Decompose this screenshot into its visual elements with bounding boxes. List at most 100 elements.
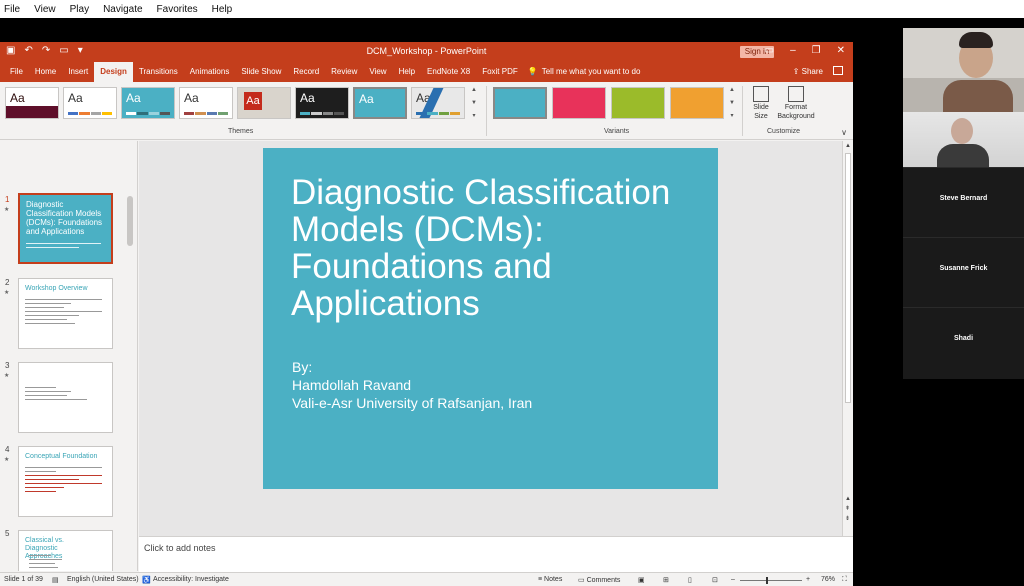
comments-toggle[interactable]: ▭ Comments bbox=[578, 576, 620, 584]
theme-gallery-scroll[interactable]: ▲ ▼ ▾ bbox=[470, 87, 478, 119]
slide-thumbnail[interactable]: Classical vs. Diagnostic Approaches bbox=[18, 530, 113, 571]
design-ribbon: Aa Aa Aa Aa Aa Aa Aa Aa ▲ ▼ ▾ Themes ▲ ▼… bbox=[0, 82, 853, 140]
comments-icon[interactable] bbox=[833, 66, 843, 75]
theme-thumbnail[interactable]: Aa bbox=[237, 87, 291, 119]
variant-orange[interactable] bbox=[670, 87, 724, 119]
theme-thumbnail[interactable]: Aa bbox=[63, 87, 117, 119]
slide-affiliation: Vali-e-Asr University of Rafsanjan, Iran bbox=[292, 395, 533, 411]
tab-endnote[interactable]: EndNote X8 bbox=[421, 62, 476, 82]
participant-body bbox=[943, 80, 1013, 112]
theme-label: Aa bbox=[68, 91, 83, 105]
menu-view[interactable]: View bbox=[34, 4, 56, 15]
slide-thumbnail[interactable]: Workshop Overview bbox=[18, 278, 113, 349]
slide-thumbnail[interactable]: Conceptual Foundation bbox=[18, 446, 113, 517]
notes-toggle[interactable]: ≡ Notes bbox=[538, 576, 562, 583]
share-button[interactable]: ⇪ Share bbox=[793, 67, 823, 76]
scroll-up-icon[interactable]: ▲ bbox=[729, 87, 735, 93]
scroll-up-icon[interactable]: ▲ bbox=[471, 87, 477, 93]
tab-design[interactable]: Design bbox=[94, 62, 133, 82]
zoom-slider[interactable] bbox=[740, 580, 802, 581]
tab-animations[interactable]: Animations bbox=[184, 62, 236, 82]
zoom-in-icon[interactable]: + bbox=[806, 576, 810, 583]
more-icon[interactable]: ▾ bbox=[730, 112, 733, 119]
zoom-slider-knob[interactable] bbox=[766, 577, 768, 584]
outer-menu-bar: File View Play Navigate Favorites Help bbox=[0, 0, 1024, 18]
tab-foxit-pdf[interactable]: Foxit PDF bbox=[476, 62, 524, 82]
reading-view-icon[interactable]: ▯ bbox=[688, 576, 692, 584]
scroll-up-icon[interactable]: ▲ bbox=[845, 143, 851, 149]
variant-green[interactable] bbox=[611, 87, 665, 119]
ribbon-display-icon[interactable]: ▭ bbox=[765, 45, 774, 56]
previous-slide-icon[interactable]: ⇞ bbox=[845, 505, 850, 512]
minimize-icon[interactable]: – bbox=[790, 45, 796, 56]
zoom-level[interactable]: 76% bbox=[821, 576, 835, 583]
menu-play[interactable]: Play bbox=[70, 4, 89, 15]
variants-group-label: Variants bbox=[604, 128, 630, 135]
slide-show-icon[interactable]: ⊡ bbox=[712, 576, 718, 584]
collapse-ribbon-icon[interactable]: ∨ bbox=[841, 128, 847, 137]
participant-hair bbox=[959, 32, 993, 48]
variant-teal[interactable] bbox=[493, 87, 547, 119]
format-background-label: Format Background bbox=[777, 104, 815, 120]
slide-title[interactable]: Diagnostic Classification Models (DCMs):… bbox=[291, 174, 711, 322]
theme-label: Aa bbox=[184, 91, 199, 105]
slide-subtitle[interactable]: By: Hamdollah Ravand Vali-e-Asr Universi… bbox=[292, 358, 532, 412]
fit-slide-icon[interactable]: ⛶ bbox=[842, 576, 847, 584]
slide-by: By: bbox=[292, 359, 313, 375]
thumbnail-scrollbar[interactable] bbox=[127, 196, 133, 246]
variant-gallery-scroll[interactable]: ▲ ▼ ▾ bbox=[728, 87, 736, 119]
slide-size-label: Slide Size bbox=[753, 104, 769, 120]
notes-pane[interactable]: Click to add notes bbox=[139, 536, 853, 572]
scroll-down-icon[interactable]: ▼ bbox=[471, 100, 477, 106]
theme-thumbnail-selected[interactable]: Aa bbox=[353, 87, 407, 119]
tab-home[interactable]: Home bbox=[29, 62, 62, 82]
tell-me-search[interactable]: Tell me what you want to do bbox=[542, 62, 641, 82]
slide-thumbnail[interactable]: Diagnostic Classification Models (DCMs):… bbox=[17, 192, 114, 265]
current-slide[interactable]: Diagnostic Classification Models (DCMs):… bbox=[263, 148, 718, 489]
variant-pink[interactable] bbox=[552, 87, 606, 119]
participant-tile[interactable]: Steve Bernard bbox=[903, 167, 1024, 235]
scroll-up-icon[interactable]: ▲ bbox=[845, 496, 851, 502]
tab-slide-show[interactable]: Slide Show bbox=[235, 62, 287, 82]
menu-help[interactable]: Help bbox=[212, 4, 233, 15]
menu-navigate[interactable]: Navigate bbox=[103, 4, 142, 15]
participant-name: Shadi bbox=[953, 335, 974, 342]
tab-review[interactable]: Review bbox=[325, 62, 363, 82]
participant-tile[interactable]: Susanne Frick bbox=[903, 237, 1024, 305]
menu-file[interactable]: File bbox=[4, 4, 20, 15]
normal-view-icon[interactable]: ▣ bbox=[638, 576, 645, 584]
tab-view[interactable]: View bbox=[363, 62, 392, 82]
scroll-thumb[interactable] bbox=[845, 153, 851, 403]
tab-insert[interactable]: Insert bbox=[62, 62, 94, 82]
accessibility-status[interactable]: Accessibility: Investigate bbox=[153, 576, 229, 583]
slide-scrollbar[interactable]: ▲ ▲ ⇞ ⇟ bbox=[842, 141, 853, 536]
format-background-button[interactable]: Format Background bbox=[776, 86, 816, 121]
restore-icon[interactable]: ❐ bbox=[812, 45, 821, 56]
tab-transitions[interactable]: Transitions bbox=[133, 62, 184, 82]
menu-favorites[interactable]: Favorites bbox=[157, 4, 198, 15]
more-icon[interactable]: ▾ bbox=[472, 112, 475, 119]
close-icon[interactable]: ✕ bbox=[837, 45, 845, 56]
slide-sorter-icon[interactable]: ⊞ bbox=[663, 576, 669, 584]
theme-thumbnail[interactable]: Aa bbox=[5, 87, 59, 119]
language-status[interactable]: English (United States) bbox=[67, 576, 139, 583]
tab-help[interactable]: Help bbox=[393, 62, 421, 82]
next-slide-icon[interactable]: ⇟ bbox=[845, 515, 850, 522]
theme-thumbnail[interactable]: Aa bbox=[295, 87, 349, 119]
customize-group-label: Customize bbox=[767, 128, 801, 135]
slide-author: Hamdollah Ravand bbox=[292, 377, 412, 393]
scroll-down-icon[interactable]: ▼ bbox=[729, 100, 735, 106]
tab-file[interactable]: File bbox=[4, 62, 29, 82]
participant-video[interactable] bbox=[903, 28, 1024, 112]
slide-size-button[interactable]: Slide Size bbox=[748, 86, 774, 121]
theme-thumbnail[interactable]: Aa bbox=[179, 87, 233, 119]
tab-record[interactable]: Record bbox=[287, 62, 325, 82]
participant-tile[interactable]: Shadi bbox=[903, 307, 1024, 375]
theme-thumbnail[interactable]: Aa bbox=[411, 87, 465, 119]
participant-name: Susanne Frick bbox=[939, 265, 988, 272]
zoom-out-icon[interactable]: – bbox=[731, 576, 735, 583]
thumbnail-lines bbox=[26, 243, 101, 251]
theme-thumbnail[interactable]: Aa bbox=[121, 87, 175, 119]
slide-thumbnail[interactable] bbox=[18, 362, 113, 433]
spellcheck-icon[interactable]: ▤ bbox=[52, 576, 59, 584]
